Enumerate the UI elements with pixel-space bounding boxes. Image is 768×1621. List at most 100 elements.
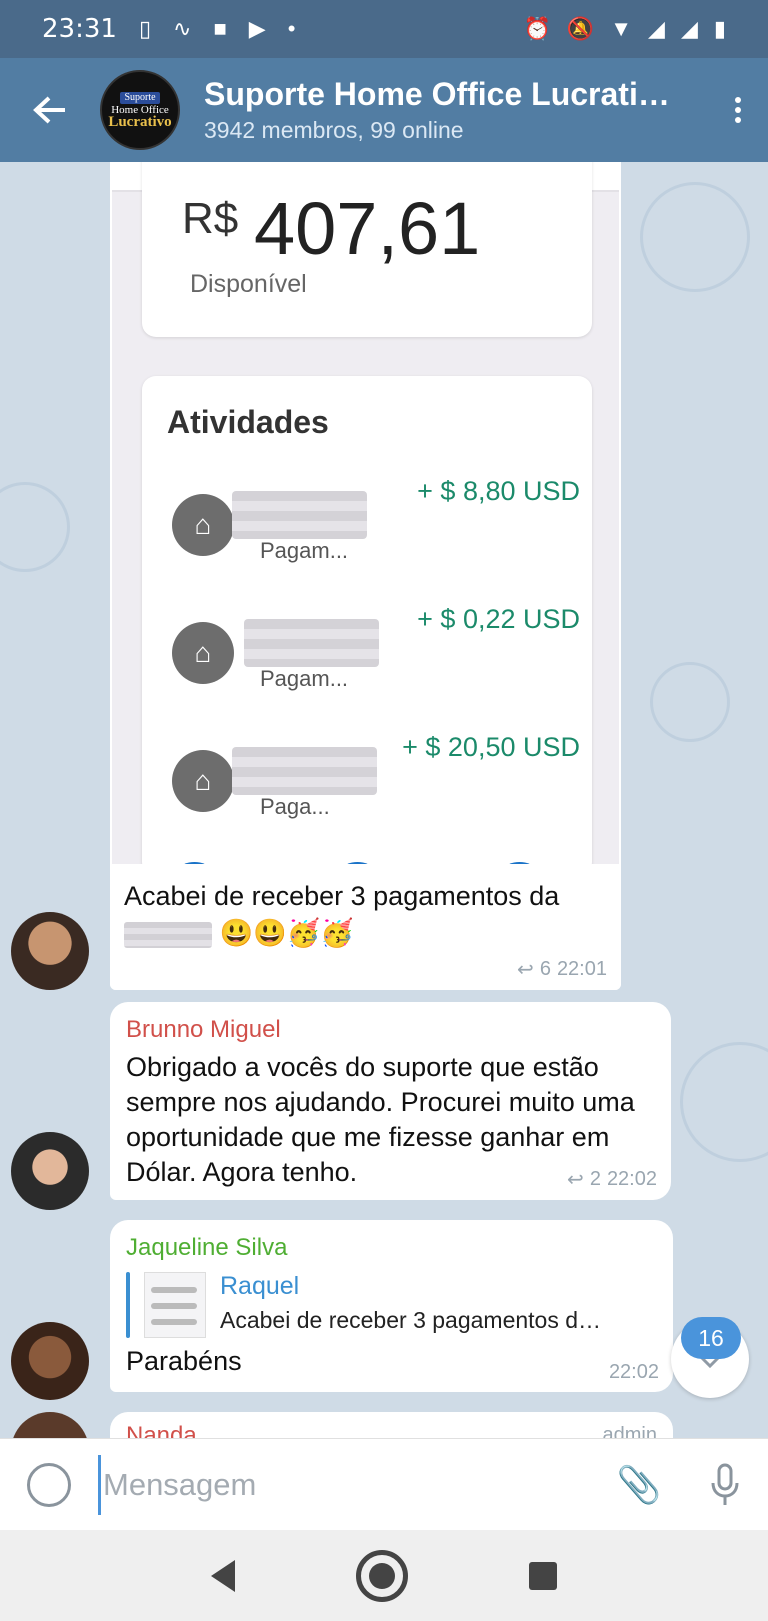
reply-icon: ↩ bbox=[567, 1169, 584, 1191]
activities-card: Atividades ⌂ + $ 8,80 USD Pagam... ⌂ + $… bbox=[142, 376, 592, 876]
message-meta: ↩ 2 22:02 bbox=[567, 1167, 657, 1192]
dot-icon: • bbox=[287, 16, 296, 41]
message-bubble[interactable]: Brunno Miguel Obrigado a vocês do suport… bbox=[110, 1002, 671, 1200]
activity-amount: + $ 0,22 USD bbox=[417, 604, 580, 634]
currency-symbol: R$ bbox=[182, 194, 239, 243]
reply-indicator bbox=[126, 1272, 130, 1338]
activity-row: ⌂ + $ 8,80 USD Pagam... bbox=[172, 476, 580, 576]
more-menu-button[interactable] bbox=[708, 93, 768, 127]
message-time: 22:01 bbox=[556, 958, 607, 980]
paperclip-icon: 📎 bbox=[616, 1463, 662, 1505]
sender-name[interactable]: Brunno Miguel bbox=[126, 1016, 655, 1044]
activity-amount: + $ 20,50 USD bbox=[402, 732, 580, 762]
activity-subtitle: Pagam... bbox=[260, 666, 349, 691]
group-avatar[interactable]: Suporte Home Office Lucrativo bbox=[100, 70, 180, 150]
redacted-text bbox=[244, 619, 379, 667]
reply-icon: ↩ bbox=[517, 959, 534, 981]
battery-icon: ▮ bbox=[713, 16, 726, 41]
caption-message: Acabei de receber 3 pagamentos da bbox=[124, 881, 560, 911]
chat-header: Suporte Home Office Lucrativo Suporte Ho… bbox=[0, 58, 768, 162]
status-time: 23:31 bbox=[42, 14, 117, 44]
redacted-text bbox=[232, 747, 377, 795]
image-message[interactable]: R$ 407,61 Disponível Atividades ⌂ + $ 8,… bbox=[110, 162, 621, 990]
message-text: Parabéns bbox=[126, 1346, 242, 1376]
emoji-button[interactable] bbox=[0, 1462, 98, 1507]
reply-count[interactable]: 6 bbox=[540, 958, 551, 981]
activity-amount: + $ 8,80 USD bbox=[417, 476, 580, 506]
activity-row: ⌂ + $ 0,22 USD Pagam... bbox=[172, 604, 580, 704]
mute-icon: 🔕 bbox=[566, 16, 595, 41]
more-vertical-icon bbox=[735, 93, 741, 127]
activities-title: Atividades bbox=[167, 404, 329, 440]
store-icon: ⌂ bbox=[172, 494, 234, 556]
unread-count-badge[interactable]: 16 bbox=[681, 1317, 741, 1359]
signal-2-icon: ◢ bbox=[680, 16, 698, 41]
message-meta: ↩ 6 22:01 bbox=[517, 957, 607, 982]
microphone-icon bbox=[711, 1463, 739, 1505]
attach-button[interactable]: 📎 bbox=[596, 1464, 682, 1506]
system-navigation bbox=[0, 1530, 768, 1621]
square-icon: ■ bbox=[213, 16, 227, 41]
balance-amount: 407,61 bbox=[254, 187, 481, 270]
message-text: Obrigado a vocês do suporte que estão se… bbox=[126, 1052, 635, 1187]
reply-text: Acabei de receber 3 pagamentos d… bbox=[220, 1307, 602, 1333]
message-time: 22:02 bbox=[608, 1361, 659, 1383]
avatar-line-3: Lucrativo bbox=[108, 114, 172, 130]
sender-name[interactable]: Jaqueline Silva bbox=[126, 1234, 657, 1262]
reply-name: Raquel bbox=[220, 1272, 300, 1300]
system-icons: ⏰ 🔕 ▼ ◢ ◢ ▮ bbox=[523, 16, 726, 42]
redacted-text bbox=[232, 491, 367, 539]
signal-icon: ◢ bbox=[648, 16, 665, 41]
message-bubble[interactable]: Jaqueline Silva Raquel Acabei de receber… bbox=[110, 1220, 673, 1392]
avatar-raquel[interactable] bbox=[11, 912, 89, 990]
chat-subtitle: 3942 membros, 99 online bbox=[204, 117, 464, 143]
back-button[interactable] bbox=[0, 95, 100, 125]
sender-name[interactable]: Nanda bbox=[126, 1422, 197, 1438]
message-bubble[interactable]: Nanda admin bbox=[110, 1412, 673, 1438]
phone-sync-icon: ▯ bbox=[138, 16, 152, 41]
caption-text: Acabei de receber 3 pagamentos da 😃😃🥳🥳 bbox=[124, 878, 614, 952]
reply-body: Raquel Acabei de receber 3 pagamentos d… bbox=[220, 1272, 648, 1338]
activity-subtitle: Paga... bbox=[260, 794, 330, 819]
avatar-brunno[interactable] bbox=[11, 1132, 89, 1210]
nav-back-icon[interactable] bbox=[210, 1559, 235, 1592]
voice-button[interactable] bbox=[682, 1463, 768, 1507]
wallpaper-doodle bbox=[680, 1042, 768, 1162]
available-label: Disponível bbox=[190, 270, 307, 298]
reply-count[interactable]: 2 bbox=[590, 1168, 601, 1191]
store-icon: ⌂ bbox=[172, 750, 234, 812]
chat-title-area[interactable]: Suporte Home Office Lucrati… 3942 membro… bbox=[204, 76, 674, 144]
redacted-text bbox=[124, 921, 212, 948]
caption-emojis: 😃😃🥳🥳 bbox=[219, 918, 354, 948]
signature-icon: ∿ bbox=[173, 16, 192, 41]
message-input-bar: 📎 bbox=[0, 1438, 768, 1530]
chat-area[interactable]: R$ 407,61 Disponível Atividades ⌂ + $ 8,… bbox=[0, 162, 768, 1438]
avatar-jaqueline[interactable] bbox=[11, 1322, 89, 1400]
avatar-nanda[interactable] bbox=[11, 1412, 89, 1438]
wifi-icon: ▼ bbox=[610, 16, 633, 41]
nav-recents-icon[interactable] bbox=[529, 1561, 558, 1590]
admin-badge: admin bbox=[602, 1424, 657, 1438]
balance-card: R$ 407,61 Disponível bbox=[142, 162, 592, 337]
message-time: 22:02 bbox=[606, 1168, 657, 1190]
wallpaper-doodle bbox=[640, 182, 750, 292]
notification-icons: ▯ ∿ ■ ▶ • bbox=[139, 16, 295, 42]
reply-thumbnail bbox=[144, 1272, 206, 1338]
back-arrow-icon bbox=[33, 96, 65, 124]
video-icon: ▶ bbox=[248, 16, 266, 41]
activity-subtitle: Pagam... bbox=[260, 538, 349, 563]
nav-home-icon[interactable] bbox=[355, 1549, 408, 1602]
alarm-icon: ⏰ bbox=[523, 16, 551, 41]
message-input[interactable] bbox=[98, 1454, 596, 1515]
store-icon: ⌂ bbox=[172, 622, 234, 684]
message-meta: 22:02 bbox=[609, 1361, 659, 1384]
avatar-line-1: Suporte bbox=[120, 92, 160, 104]
status-bar: 23:31 ▯ ∿ ■ ▶ • ⏰ 🔕 ▼ ◢ ◢ ▮ bbox=[0, 0, 768, 58]
image-caption: Acabei de receber 3 pagamentos da 😃😃🥳🥳 ↩… bbox=[110, 864, 621, 990]
emoji-icon bbox=[27, 1462, 71, 1507]
chat-title: Suporte Home Office Lucrati… bbox=[204, 76, 670, 112]
wallpaper-doodle bbox=[650, 662, 730, 742]
reply-preview[interactable]: Raquel Acabei de receber 3 pagamentos d… bbox=[126, 1272, 657, 1338]
wallpaper-doodle bbox=[0, 482, 70, 572]
activity-row: ⌂ + $ 20,50 USD Paga... bbox=[172, 732, 580, 832]
